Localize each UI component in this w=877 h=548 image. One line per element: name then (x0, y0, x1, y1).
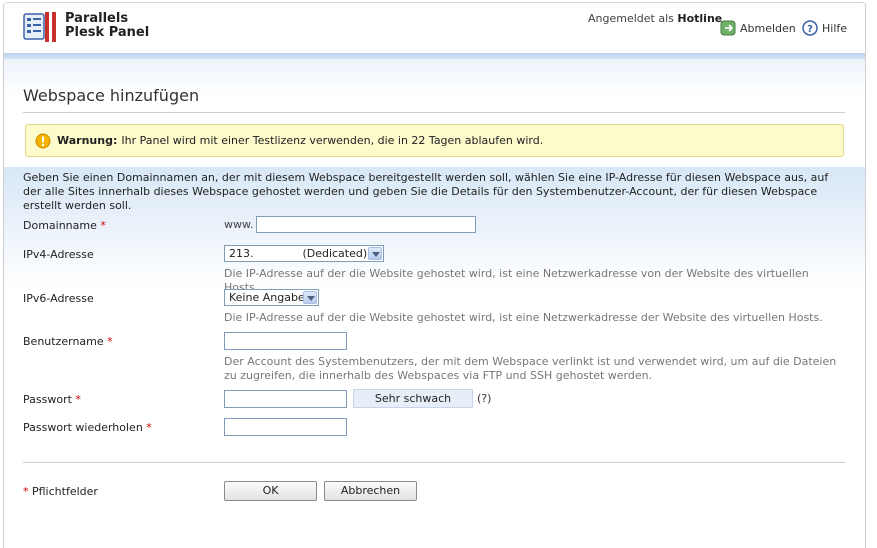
ipv6-hint: Die IP-Adresse auf der die Website gehos… (224, 311, 823, 324)
logout-link[interactable]: Abmelden (720, 20, 796, 36)
brand-line1: Parallels (65, 11, 129, 26)
password-input[interactable] (224, 390, 347, 408)
username-input[interactable] (224, 332, 347, 350)
warning-text: Ihr Panel wird mit einer Testlizenz verw… (121, 134, 544, 147)
warning-icon (35, 133, 51, 148)
username-hint: Der Account des Systembenutzers, der mit… (224, 355, 837, 382)
plesk-logo-icon (23, 12, 56, 42)
username-display: Hotline (677, 12, 723, 25)
domain-input[interactable] (256, 216, 476, 233)
username-label-text: Benutzername (23, 335, 104, 348)
warning-label: Warnung: (57, 134, 118, 147)
ipv6-select-value: Keine Angabe (229, 291, 305, 304)
required-mark: * (107, 335, 113, 348)
help-icon: ? (802, 20, 818, 36)
brand-line2: Plesk Panel (65, 25, 150, 40)
required-note: * Pflichtfelder (23, 485, 98, 498)
login-prefix: Angemeldet als (588, 12, 674, 25)
login-status: Angemeldet als Hotline (588, 12, 722, 25)
required-mark: * (100, 219, 106, 232)
password-label: Passwort * (23, 393, 81, 406)
ipv6-label: IPv6-Adresse (23, 292, 94, 305)
required-mark: * (75, 393, 81, 406)
password-label-text: Passwort (23, 393, 72, 406)
header: Parallels Plesk Panel Angemeldet als Hot… (4, 3, 865, 53)
password-strength-indicator: Sehr schwach (353, 389, 473, 408)
title-divider (23, 112, 845, 113)
ipv4-select[interactable]: 213. (Dedicated) (224, 245, 384, 262)
ok-button[interactable]: OK (224, 481, 317, 501)
password-repeat-input[interactable] (224, 418, 347, 436)
chevron-down-icon[interactable] (368, 247, 382, 260)
svg-text:?: ? (807, 24, 813, 35)
warning-box: Warnung: Ihr Panel wird mit einer Testli… (25, 124, 844, 157)
help-label: Hilfe (822, 21, 848, 35)
password-help-link[interactable]: (?) (477, 392, 491, 405)
intro-text: Geben Sie einen Domainnamen an, der mit … (23, 171, 829, 212)
required-note-text: Pflichtfelder (32, 485, 98, 498)
cancel-button[interactable]: Abbrechen (324, 481, 417, 501)
domain-prefix: www. (224, 218, 254, 231)
username-label: Benutzername * (23, 335, 113, 348)
footer-divider (23, 462, 845, 463)
help-link[interactable]: ? Hilfe (802, 20, 847, 36)
chevron-down-icon[interactable] (303, 291, 317, 304)
logout-icon (720, 20, 736, 36)
window-frame: Parallels Plesk Panel Angemeldet als Hot… (3, 2, 866, 548)
required-mark: * (146, 421, 152, 434)
password-repeat-label-text: Passwort wiederholen (23, 421, 143, 434)
password-repeat-label: Passwort wiederholen * (23, 421, 152, 434)
required-mark: * (23, 485, 29, 498)
domain-label: Domainname * (23, 219, 106, 232)
domain-label-text: Domainname (23, 219, 97, 232)
page-title: Webspace hinzufügen (23, 86, 200, 105)
logout-label: Abmelden (740, 21, 796, 35)
ipv4-label: IPv4-Adresse (23, 248, 94, 261)
ipv6-select[interactable]: Keine Angabe (224, 289, 319, 306)
brand: Parallels Plesk Panel (65, 12, 149, 40)
ipv4-select-value: 213. (Dedicated) (229, 247, 368, 260)
